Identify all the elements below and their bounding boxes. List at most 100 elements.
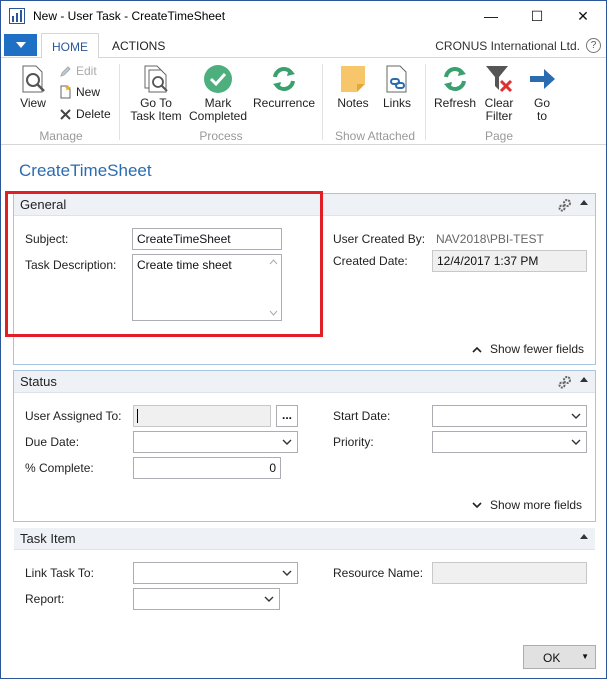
links-icon [386, 65, 407, 93]
due-date-dropdown[interactable] [133, 431, 298, 453]
clear-filter-label-1: Clear [484, 96, 514, 110]
mark-completed-label-1: Mark [204, 96, 232, 110]
show-attached-group-label: Show Attached [334, 129, 416, 143]
chevron-down-icon [472, 501, 482, 508]
view-label: View [20, 96, 46, 110]
scroll-up-icon[interactable] [269, 259, 278, 265]
start-date-dropdown[interactable] [432, 405, 587, 427]
task-item-section-title: Task Item [20, 531, 76, 546]
minimize-button[interactable]: — [468, 1, 514, 31]
recurrence-button[interactable]: Recurrence [253, 64, 315, 110]
clear-filter-button[interactable]: Clear Filter [481, 64, 517, 123]
refresh-button[interactable]: Refresh [433, 64, 477, 110]
edit-label: Edit [76, 64, 97, 78]
app-icon [9, 8, 25, 24]
status-section: Status User Assigned To: ... Start Date:… [13, 370, 596, 522]
percent-complete-input[interactable]: 0 [133, 457, 281, 479]
arrow-right-icon [530, 69, 555, 89]
checkmark-icon [204, 65, 232, 93]
subject-label: Subject: [25, 232, 69, 246]
gear-icon[interactable] [557, 374, 573, 390]
go-to-label-2: to [536, 109, 547, 123]
task-description-text: Create time sheet [137, 258, 232, 272]
ribbon-separator [425, 64, 426, 140]
close-icon: ✕ [577, 7, 589, 24]
report-label: Report: [25, 592, 65, 606]
go-to-task-item-label-2: Task Item [130, 109, 182, 123]
subject-input[interactable]: CreateTimeSheet [132, 228, 282, 250]
application-menu-button[interactable] [4, 34, 37, 56]
go-to-document-icon [144, 65, 168, 93]
general-section-title: General [20, 197, 67, 212]
show-more-fields-label: Show more fields [490, 498, 583, 512]
close-button[interactable]: ✕ [560, 1, 606, 31]
report-dropdown[interactable] [133, 588, 280, 610]
status-section-header[interactable]: Status [14, 371, 595, 393]
notes-icon [341, 66, 365, 92]
task-description-textarea[interactable]: Create time sheet [132, 254, 282, 321]
user-assigned-to-label: User Assigned To: [25, 409, 122, 423]
gear-icon[interactable] [557, 197, 573, 213]
pencil-icon [60, 65, 71, 77]
go-to-task-item-label-1: Go To [140, 96, 172, 110]
window-title: New - User Task - CreateTimeSheet [33, 9, 226, 23]
view-button[interactable]: View [15, 64, 51, 110]
chevron-up-icon[interactable] [579, 532, 589, 540]
maximize-icon: ☐ [530, 7, 544, 24]
manage-group-label: Manage [39, 129, 83, 143]
notes-button[interactable]: Notes [333, 64, 373, 110]
tab-home[interactable]: HOME [41, 33, 99, 59]
scroll-down-icon[interactable] [269, 310, 278, 316]
new-document-icon [60, 85, 71, 99]
ribbon: View Edit New Delete Manage Go To Task I… [1, 58, 606, 145]
go-to-label-1: Go [533, 96, 550, 110]
mark-completed-label-2: Completed [188, 109, 248, 123]
minimize-icon: — [484, 8, 498, 24]
go-to-task-item-button[interactable]: Go To Task Item [129, 64, 183, 123]
go-to-button[interactable]: Go to [525, 64, 559, 123]
general-section-header[interactable]: General [14, 194, 595, 216]
company-name[interactable]: CRONUS International Ltd. [435, 39, 580, 53]
start-date-label: Start Date: [333, 409, 391, 423]
chevron-down-icon [264, 596, 274, 602]
refresh-label: Refresh [433, 96, 477, 110]
user-task-window: New - User Task - CreateTimeSheet — ☐ ✕ … [0, 0, 607, 679]
show-fewer-fields-label: Show fewer fields [490, 342, 585, 356]
user-created-by-value: NAV2018\PBI-TEST [436, 232, 544, 246]
user-assigned-to-input[interactable] [133, 405, 271, 427]
ok-label: OK [543, 651, 561, 665]
notes-label: Notes [337, 96, 369, 110]
link-task-to-label: Link Task To: [25, 566, 94, 580]
task-item-section-header[interactable]: Task Item [14, 528, 595, 550]
delete-button[interactable]: Delete [59, 107, 111, 121]
resource-name-field [432, 562, 587, 584]
ok-button[interactable]: OK ▼ [523, 645, 596, 669]
new-button[interactable]: New [59, 85, 100, 99]
help-icon[interactable]: ? [586, 38, 601, 53]
chevron-up-icon[interactable] [579, 198, 589, 206]
task-description-label: Task Description: [25, 258, 117, 272]
mark-completed-button[interactable]: Mark Completed [187, 64, 249, 123]
chevron-down-icon[interactable]: ▼ [581, 652, 589, 661]
chevron-down-icon [571, 439, 581, 445]
link-task-to-dropdown[interactable] [133, 562, 298, 584]
links-label: Links [382, 96, 411, 110]
edit-button[interactable]: Edit [59, 64, 97, 78]
general-section: General Subject: CreateTimeSheet Task De… [13, 193, 596, 365]
recurrence-label: Recurrence [253, 96, 316, 110]
chevron-up-icon[interactable] [579, 375, 589, 383]
status-section-title: Status [20, 374, 57, 389]
user-assigned-to-lookup-button[interactable]: ... [276, 405, 298, 427]
text-cursor [137, 409, 138, 423]
show-fewer-fields-link[interactable]: Show fewer fields [472, 342, 584, 356]
tab-actions[interactable]: ACTIONS [102, 33, 175, 59]
ribbon-separator [322, 64, 323, 140]
maximize-button[interactable]: ☐ [514, 1, 560, 31]
delete-label: Delete [76, 107, 111, 121]
priority-dropdown[interactable] [432, 431, 587, 453]
links-button[interactable]: Links [379, 64, 415, 110]
chevron-down-icon [282, 570, 292, 576]
created-date-label: Created Date: [333, 254, 408, 268]
show-more-fields-link[interactable]: Show more fields [472, 498, 582, 512]
chevron-down-icon [15, 42, 26, 48]
